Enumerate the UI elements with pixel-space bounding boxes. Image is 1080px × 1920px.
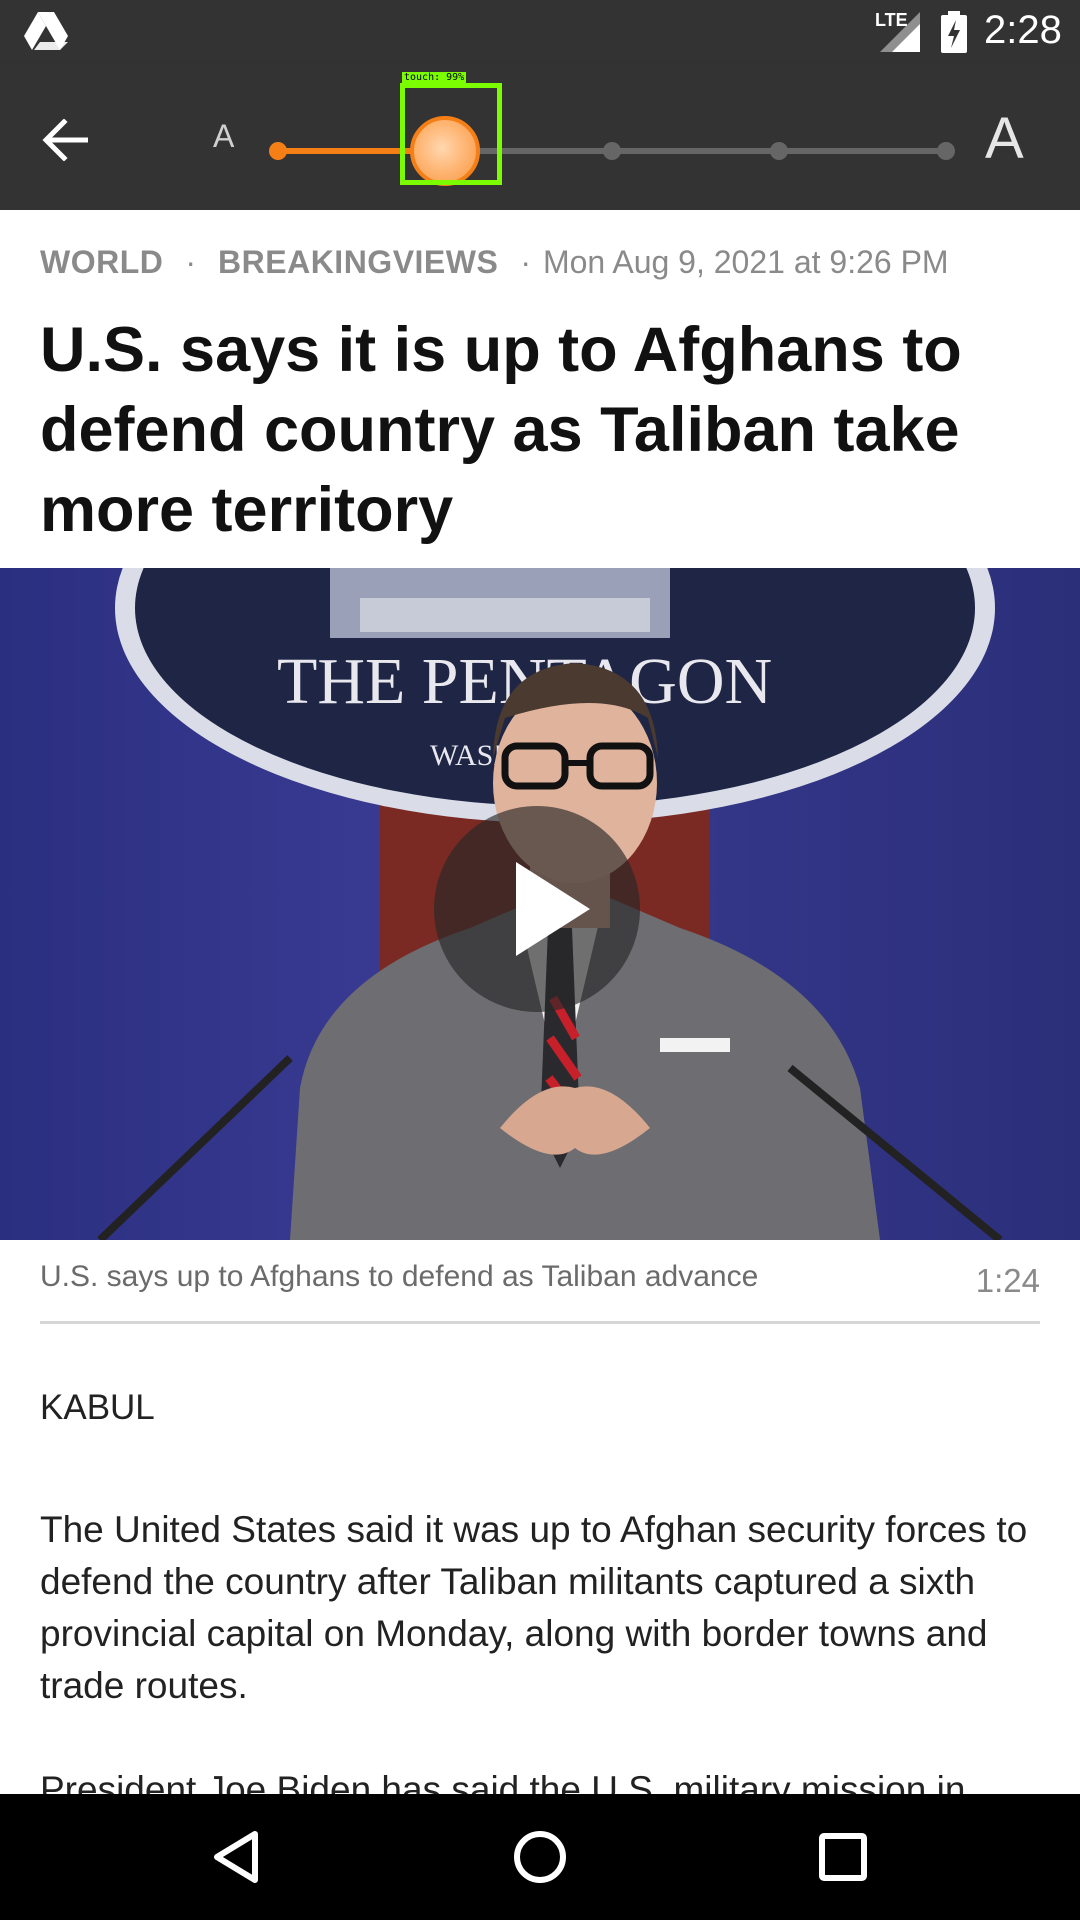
signal-icon: [880, 12, 920, 52]
timestamp: Mon Aug 9, 2021 at 9:26 PM: [542, 244, 949, 280]
google-drive-icon: [24, 12, 68, 50]
recents-square-icon: [819, 1833, 867, 1881]
slider-step-4[interactable]: [770, 142, 788, 160]
nav-recents-button[interactable]: [805, 1822, 881, 1892]
slider-step-1[interactable]: [269, 142, 287, 160]
font-size-large-label: A: [985, 106, 1024, 171]
article-paragraph: The United States said it was up to Afgh…: [40, 1509, 1028, 1706]
font-size-slider[interactable]: [269, 116, 955, 186]
play-icon: [516, 862, 590, 956]
nav-back-button[interactable]: [198, 1822, 274, 1892]
video-player[interactable]: THE PENTAGON WASHINGTON: [0, 568, 1080, 1240]
section-link[interactable]: BREAKINGVIEWS: [218, 244, 498, 280]
headline: U.S. says it is up to Afghans to defend …: [40, 315, 962, 545]
status-bar: LTE 2:28: [0, 0, 1080, 63]
font-size-toolbar: A A: [0, 63, 1080, 210]
home-circle-icon: [514, 1831, 566, 1883]
battery-charging-icon: [941, 11, 967, 53]
category-link[interactable]: WORLD: [40, 244, 163, 280]
slider-step-3[interactable]: [603, 142, 621, 160]
arrow-back-icon: [42, 119, 88, 161]
article-meta: WORLD · BREAKINGVIEWS · Mon Aug 9, 2021 at 9…: [40, 244, 949, 281]
video-caption: U.S. says up to Afghans to defend as Tal…: [40, 1260, 759, 1293]
article-content[interactable]: WORLD · BREAKINGVIEWS · Mon Aug 9, 2021 at 9…: [0, 210, 1080, 1794]
play-button[interactable]: [434, 806, 640, 1012]
dateline: KABUL: [40, 1388, 155, 1427]
font-size-small-label: A: [213, 118, 235, 154]
back-triangle-icon: [214, 1831, 258, 1883]
slider-step-5[interactable]: [937, 142, 955, 160]
meta-separator: ·: [520, 244, 531, 280]
nav-home-button[interactable]: [502, 1822, 578, 1892]
article-paragraph: President Joe Biden has said the U.S. mi…: [40, 1769, 966, 1794]
touch-indicator: [400, 83, 502, 185]
video-caption-row: U.S. says up to Afghans to defend as Tal…: [40, 1250, 1040, 1324]
video-duration: 1:24: [975, 1262, 1040, 1299]
clock: 2:28: [984, 8, 1062, 52]
back-button[interactable]: [30, 105, 100, 175]
navigation-bar: [0, 1794, 1080, 1920]
meta-separator: ·: [185, 244, 197, 280]
touch-indicator-label: touch: 99%: [402, 72, 467, 83]
